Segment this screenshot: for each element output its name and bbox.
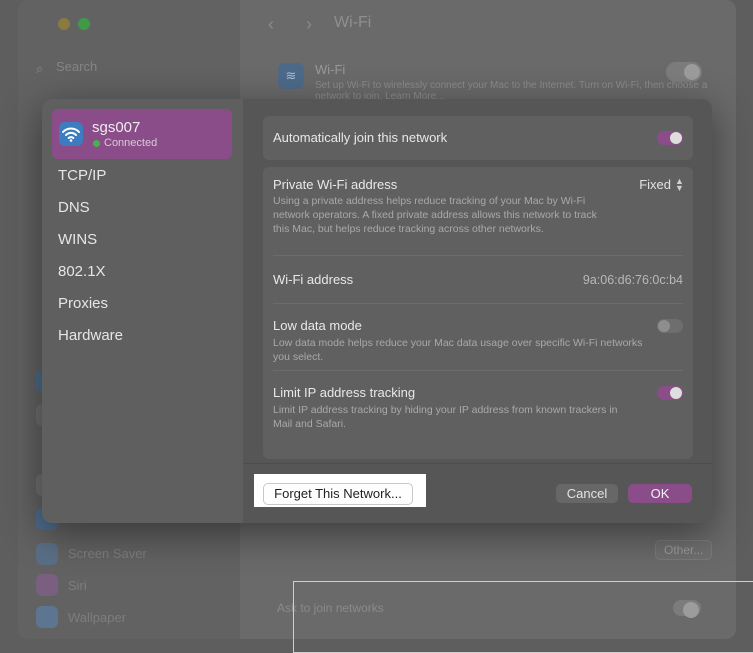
- sidebar-item-tcpip[interactable]: TCP/IP: [58, 167, 106, 184]
- sidebar-item-wins[interactable]: WINS: [58, 231, 97, 248]
- wifi-icon: [59, 122, 83, 146]
- sidebar-item-hardware[interactable]: Hardware: [58, 327, 123, 344]
- forward-chevron-icon[interactable]: ›: [306, 14, 312, 35]
- sidebar-item-8021x[interactable]: 802.1X: [58, 263, 106, 280]
- limit-ip-toggle[interactable]: [657, 386, 683, 400]
- low-data-toggle[interactable]: [657, 319, 683, 333]
- network-details-sheet: sgs007 Connected TCP/IP DNS WINS 802.1X …: [42, 99, 712, 523]
- search-input[interactable]: Search: [56, 59, 97, 74]
- wifi-icon: ≋: [278, 63, 304, 89]
- wifi-address-label: Wi-Fi address: [273, 272, 354, 287]
- limit-ip-label: Limit IP address tracking: [273, 385, 416, 400]
- wallpaper-icon: [36, 606, 58, 628]
- search-icon: ⌕: [36, 61, 44, 76]
- network-settings-card: Private Wi-Fi address Fixed ▲ ▼ Using a p…: [263, 167, 693, 459]
- siri-icon: [36, 574, 58, 596]
- sheet-content: Automatically join this network Private …: [243, 99, 712, 523]
- sidebar-item-network[interactable]: sgs007 Connected: [52, 109, 232, 159]
- sidebar-item-dns[interactable]: DNS: [58, 199, 90, 216]
- private-address-select[interactable]: Fixed: [639, 177, 671, 192]
- zoom-window-button[interactable]: [78, 18, 90, 30]
- back-chevron-icon[interactable]: ‹: [268, 14, 274, 35]
- private-address-desc: Using a private address helps reduce tra…: [273, 195, 597, 235]
- wifi-toggle[interactable]: [666, 62, 702, 82]
- page-title: Wi-Fi: [334, 14, 372, 31]
- divider: [273, 255, 683, 256]
- sidebar-item-wallpaper[interactable]: Wallpaper: [68, 610, 126, 625]
- forget-network-button[interactable]: Forget This Network...: [263, 483, 413, 505]
- auto-join-row: Automatically join this network: [263, 116, 693, 160]
- divider: [273, 370, 683, 371]
- auto-join-toggle[interactable]: [657, 131, 683, 145]
- cancel-button[interactable]: Cancel: [556, 484, 618, 503]
- limit-ip-desc: Limit IP address tracking by hiding your…: [273, 404, 618, 430]
- minimize-window-button[interactable]: [58, 18, 70, 30]
- network-status: Connected: [104, 137, 158, 149]
- sidebar-item-screen-saver[interactable]: Screen Saver: [68, 546, 147, 561]
- auto-join-label: Automatically join this network: [273, 130, 448, 145]
- sidebar-item-siri[interactable]: Siri: [68, 578, 87, 593]
- select-arrows-icon[interactable]: ▲ ▼: [675, 177, 684, 193]
- wifi-section-title: Wi-Fi: [315, 62, 346, 77]
- private-address-label: Private Wi-Fi address: [273, 177, 398, 192]
- ok-button[interactable]: OK: [628, 484, 692, 503]
- sheet-sidebar: sgs007 Connected TCP/IP DNS WINS 802.1X …: [42, 99, 243, 523]
- screen-saver-icon: [36, 543, 58, 565]
- wifi-address-value: 9a:06:d6:76:0c:b4: [582, 273, 683, 287]
- network-name: sgs007: [92, 119, 141, 136]
- other-network-button[interactable]: Other...: [655, 540, 713, 560]
- low-data-desc: Low data mode helps reduce your Mac data…: [273, 337, 643, 363]
- focus-frame: [293, 581, 753, 653]
- sidebar-item-proxies[interactable]: Proxies: [58, 295, 108, 312]
- divider: [273, 303, 683, 304]
- low-data-label: Low data mode: [273, 318, 362, 333]
- connected-status-dot: [93, 140, 100, 147]
- footer-divider: [243, 463, 712, 464]
